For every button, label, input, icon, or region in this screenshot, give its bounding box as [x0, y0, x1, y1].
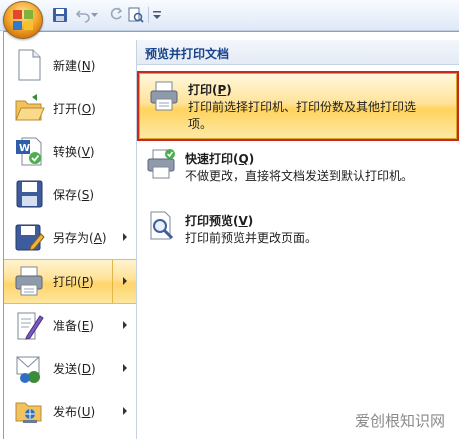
office-window: 新建(N) 打开(O) W 转换(V) 保存(S) 另存为(A) 打印(P) 准…: [0, 0, 459, 439]
watermark-text: 爱创根知识网: [354, 412, 445, 430]
option-title: 打印(P): [188, 83, 232, 97]
option-print-preview[interactable]: 打印预览(V) 打印前预览并更改页面。: [137, 210, 459, 258]
svg-text:W: W: [19, 143, 30, 154]
menu-item-new[interactable]: 新建(N): [4, 44, 136, 87]
redo-icon[interactable]: [106, 5, 126, 25]
menu-item-convert[interactable]: W 转换(V): [4, 130, 136, 173]
option-title: 打印预览(V): [185, 214, 254, 228]
print-preview-icon: [150, 211, 174, 240]
menu-item-send[interactable]: 发送(D): [4, 347, 136, 390]
menu-item-print[interactable]: 打印(P): [4, 259, 136, 304]
save-as-icon: [15, 224, 45, 251]
option-description: 打印前预览并更改页面。: [185, 231, 318, 245]
print-preview-quick-icon[interactable]: [126, 5, 146, 25]
send-icon: [16, 356, 40, 383]
convert-icon: W: [16, 137, 42, 166]
submenu-arrow-icon: [123, 407, 127, 415]
submenu-header: 预览并打印文档: [137, 40, 459, 65]
print-icon: [15, 266, 43, 296]
option-title: 快速打印(Q): [185, 152, 255, 166]
prepare-icon: [17, 312, 44, 340]
option-print[interactable]: 打印(P) 打印前选择打印机、打印份数及其他打印选 项。: [137, 71, 459, 141]
customize-toolbar-icon[interactable]: [151, 5, 163, 25]
save-icon: [16, 180, 43, 208]
printer-icon: [150, 81, 178, 111]
office-menu: 新建(N) 打开(O) W 转换(V) 保存(S) 另存为(A) 打印(P) 准…: [3, 31, 459, 439]
menu-item-publish[interactable]: 发布(U): [4, 390, 136, 433]
command-list: 新建(N) 打开(O) W 转换(V) 保存(S) 另存为(A) 打印(P) 准…: [4, 40, 137, 439]
submenu-arrow-icon: [123, 364, 127, 372]
publish-icon: [15, 402, 42, 423]
menu-item-label: 转换(V): [53, 145, 95, 159]
option-description: 不做更改，直接将文档发送到默认打印机。: [185, 169, 414, 183]
split-divider: [112, 260, 113, 303]
menu-item-open[interactable]: 打开(O): [4, 87, 136, 130]
menu-item-label: 另存为(A): [53, 231, 107, 245]
submenu-arrow-icon: [123, 321, 127, 329]
menu-item-prepare[interactable]: 准备(E): [4, 304, 136, 347]
menu-item-save[interactable]: 保存(S): [4, 173, 136, 216]
undo-dropdown-icon[interactable]: [89, 5, 99, 25]
office-button[interactable]: [3, 1, 43, 39]
submenu-arrow-icon: [123, 277, 127, 285]
menu-item-label: 发送(D): [53, 362, 96, 376]
option-description: 打印前选择打印机、打印份数及其他打印选 项。: [188, 100, 417, 131]
menu-item-save-as[interactable]: 另存为(A): [4, 216, 136, 259]
menu-item-label: 打印(P): [53, 275, 94, 289]
quick-access-toolbar: [0, 0, 459, 31]
option-quick-print[interactable]: 快速打印(Q) 不做更改，直接将文档发送到默认打印机。: [137, 148, 459, 196]
submenu-title: 预览并打印文档: [145, 47, 230, 61]
open-folder-icon: [15, 94, 45, 121]
menu-item-label: 新建(N): [53, 59, 96, 73]
menu-item-label: 准备(E): [53, 319, 94, 333]
quick-print-icon: [147, 149, 175, 179]
submenu-arrow-icon: [123, 233, 127, 241]
print-submenu: 预览并打印文档 打印(P) 打印前选择打印机、打印份数及其他打印选 项。 快速打…: [137, 40, 459, 439]
menu-item-label: 打开(O): [53, 102, 96, 116]
menu-item-label: 保存(S): [53, 188, 95, 202]
menu-item-label: 发布(U): [53, 405, 96, 419]
save-icon[interactable]: [50, 5, 70, 25]
office-logo-icon: [13, 10, 33, 30]
new-document-icon: [18, 49, 41, 81]
